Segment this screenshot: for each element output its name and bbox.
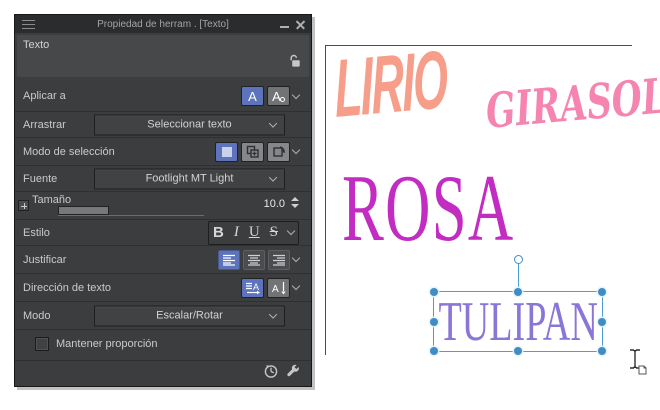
fuente-select[interactable]: Footlight MT Light bbox=[94, 168, 285, 189]
selection-handle-n[interactable] bbox=[514, 288, 522, 296]
text-vertical-button[interactable]: A bbox=[267, 277, 290, 298]
transform-selection-button[interactable] bbox=[267, 141, 290, 162]
size-stepper[interactable] bbox=[291, 197, 299, 208]
rotate-square-icon bbox=[272, 146, 285, 157]
selection-handle-s[interactable] bbox=[514, 347, 522, 355]
selection-handle-w[interactable] bbox=[430, 318, 438, 326]
chevron-down-icon bbox=[268, 172, 278, 182]
direccion-label: Dirección de texto bbox=[23, 281, 112, 294]
selection-handle-se[interactable] bbox=[598, 347, 606, 355]
align-right-icon bbox=[273, 254, 285, 266]
tool-name-label: Texto bbox=[23, 39, 50, 51]
rotation-handle[interactable] bbox=[514, 255, 523, 264]
align-left-icon bbox=[223, 254, 235, 266]
aplicar-a-label: Aplicar a bbox=[23, 90, 66, 102]
text-horizontal-button[interactable]: A bbox=[241, 277, 264, 298]
fuente-value: Footlight MT Light bbox=[145, 172, 234, 185]
arrastrar-select[interactable]: Seleccionar texto bbox=[94, 114, 285, 135]
modo-select[interactable]: Escalar/Rotar bbox=[94, 305, 285, 326]
apply-to-object-button[interactable]: A bbox=[267, 86, 290, 106]
mantener-proporcion-checkbox[interactable] bbox=[35, 336, 49, 351]
selection-handle-sw[interactable] bbox=[430, 347, 438, 355]
italic-button[interactable]: I bbox=[234, 225, 239, 240]
row-tamano: Tamaño 10.0 bbox=[15, 191, 311, 219]
svg-text:A: A bbox=[272, 284, 279, 295]
chevron-down-icon bbox=[268, 309, 278, 319]
reset-tool-button[interactable] bbox=[263, 363, 279, 384]
canvas-border-left bbox=[325, 45, 326, 355]
align-center-icon bbox=[248, 254, 260, 266]
bold-button[interactable]: B bbox=[213, 225, 224, 240]
selection-handle-nw[interactable] bbox=[430, 288, 438, 296]
align-right-button[interactable] bbox=[268, 249, 290, 270]
reset-clock-icon bbox=[264, 365, 278, 378]
row-modo-seleccion: Modo de selección bbox=[15, 137, 311, 165]
spin-up-icon bbox=[291, 197, 299, 201]
estilo-label: Estilo bbox=[23, 226, 50, 239]
row-aplicar-a: Aplicar a A A bbox=[15, 81, 311, 111]
new-selection-button[interactable] bbox=[215, 141, 238, 162]
fuente-label: Fuente bbox=[23, 172, 58, 185]
tamano-label: Tamaño bbox=[32, 194, 72, 206]
row-arrastrar: Arrastrar Seleccionar texto bbox=[15, 111, 311, 137]
mantener-proporcion-label: Mantener proporción bbox=[56, 337, 158, 350]
chevron-down-icon[interactable] bbox=[291, 253, 301, 263]
tool-property-panel: Propiedad de herram . [Texto] Texto Apli… bbox=[14, 14, 312, 387]
object-ring-icon bbox=[279, 96, 285, 102]
canvas-text-tulipan[interactable]: TULIPAN bbox=[438, 294, 597, 350]
canvas-text-girasol[interactable]: GIRASOL bbox=[484, 68, 660, 140]
modo-seleccion-label: Modo de selección bbox=[23, 145, 115, 158]
size-slider[interactable] bbox=[58, 206, 204, 216]
row-justificar: Justificar bbox=[15, 245, 311, 273]
selection-handle-e[interactable] bbox=[598, 318, 606, 326]
horizontal-text-icon: A bbox=[245, 282, 260, 294]
arrastrar-value: Seleccionar texto bbox=[147, 118, 232, 131]
selection-handle-ne[interactable] bbox=[598, 288, 606, 296]
row-fuente: Fuente Footlight MT Light bbox=[15, 165, 311, 191]
chevron-down-icon[interactable] bbox=[291, 281, 301, 291]
expand-icon[interactable] bbox=[18, 200, 29, 211]
style-button-group: B I U S bbox=[207, 220, 299, 245]
arrastrar-label: Arrastrar bbox=[23, 118, 66, 131]
vertical-text-icon: A bbox=[272, 281, 286, 295]
close-button[interactable] bbox=[296, 19, 305, 29]
chevron-down-icon[interactable] bbox=[291, 90, 301, 99]
canvas-text-lirio[interactable]: LIRIO bbox=[333, 34, 447, 135]
row-mantener-proporcion: Mantener proporción bbox=[15, 329, 311, 357]
text-cursor bbox=[628, 348, 648, 381]
tool-name-box: Texto bbox=[17, 35, 309, 77]
justificar-label: Justificar bbox=[23, 253, 67, 266]
size-slider-fill bbox=[58, 206, 110, 215]
canvas-text-rosa[interactable]: ROSA bbox=[342, 161, 515, 256]
add-selection-button[interactable] bbox=[241, 141, 264, 162]
text-selection-box[interactable]: TULIPAN bbox=[430, 255, 606, 355]
wrench-icon[interactable] bbox=[285, 363, 301, 384]
duplicate-plus-icon bbox=[246, 145, 259, 158]
panel-titlebar[interactable]: Propiedad de herram . [Texto] bbox=[15, 15, 311, 33]
size-value[interactable]: 10.0 bbox=[264, 198, 285, 210]
chevron-down-icon[interactable] bbox=[291, 145, 301, 155]
apply-to-text-button[interactable]: A bbox=[241, 86, 264, 106]
underline-button[interactable]: U bbox=[249, 225, 260, 240]
lock-icon[interactable] bbox=[287, 54, 301, 73]
strikethrough-button[interactable]: S bbox=[270, 225, 278, 240]
row-estilo: Estilo B I U S bbox=[15, 219, 311, 245]
spin-down-icon bbox=[291, 204, 299, 208]
align-left-button[interactable] bbox=[218, 249, 240, 270]
chevron-down-icon[interactable] bbox=[286, 226, 296, 236]
modo-value: Escalar/Rotar bbox=[156, 309, 223, 322]
chevron-down-icon bbox=[268, 118, 278, 128]
row-direccion-de-texto: Dirección de texto A A bbox=[15, 273, 311, 301]
panel-bottom-bar bbox=[15, 360, 311, 386]
svg-text:A: A bbox=[253, 282, 259, 292]
page-glyph-icon bbox=[638, 365, 647, 375]
square-icon bbox=[221, 146, 232, 157]
align-center-button[interactable] bbox=[243, 249, 265, 270]
row-modo: Modo Escalar/Rotar bbox=[15, 301, 311, 329]
modo-label: Modo bbox=[23, 309, 51, 322]
minimize-button[interactable] bbox=[280, 25, 289, 28]
panel-title: Propiedad de herram . [Texto] bbox=[97, 18, 229, 30]
